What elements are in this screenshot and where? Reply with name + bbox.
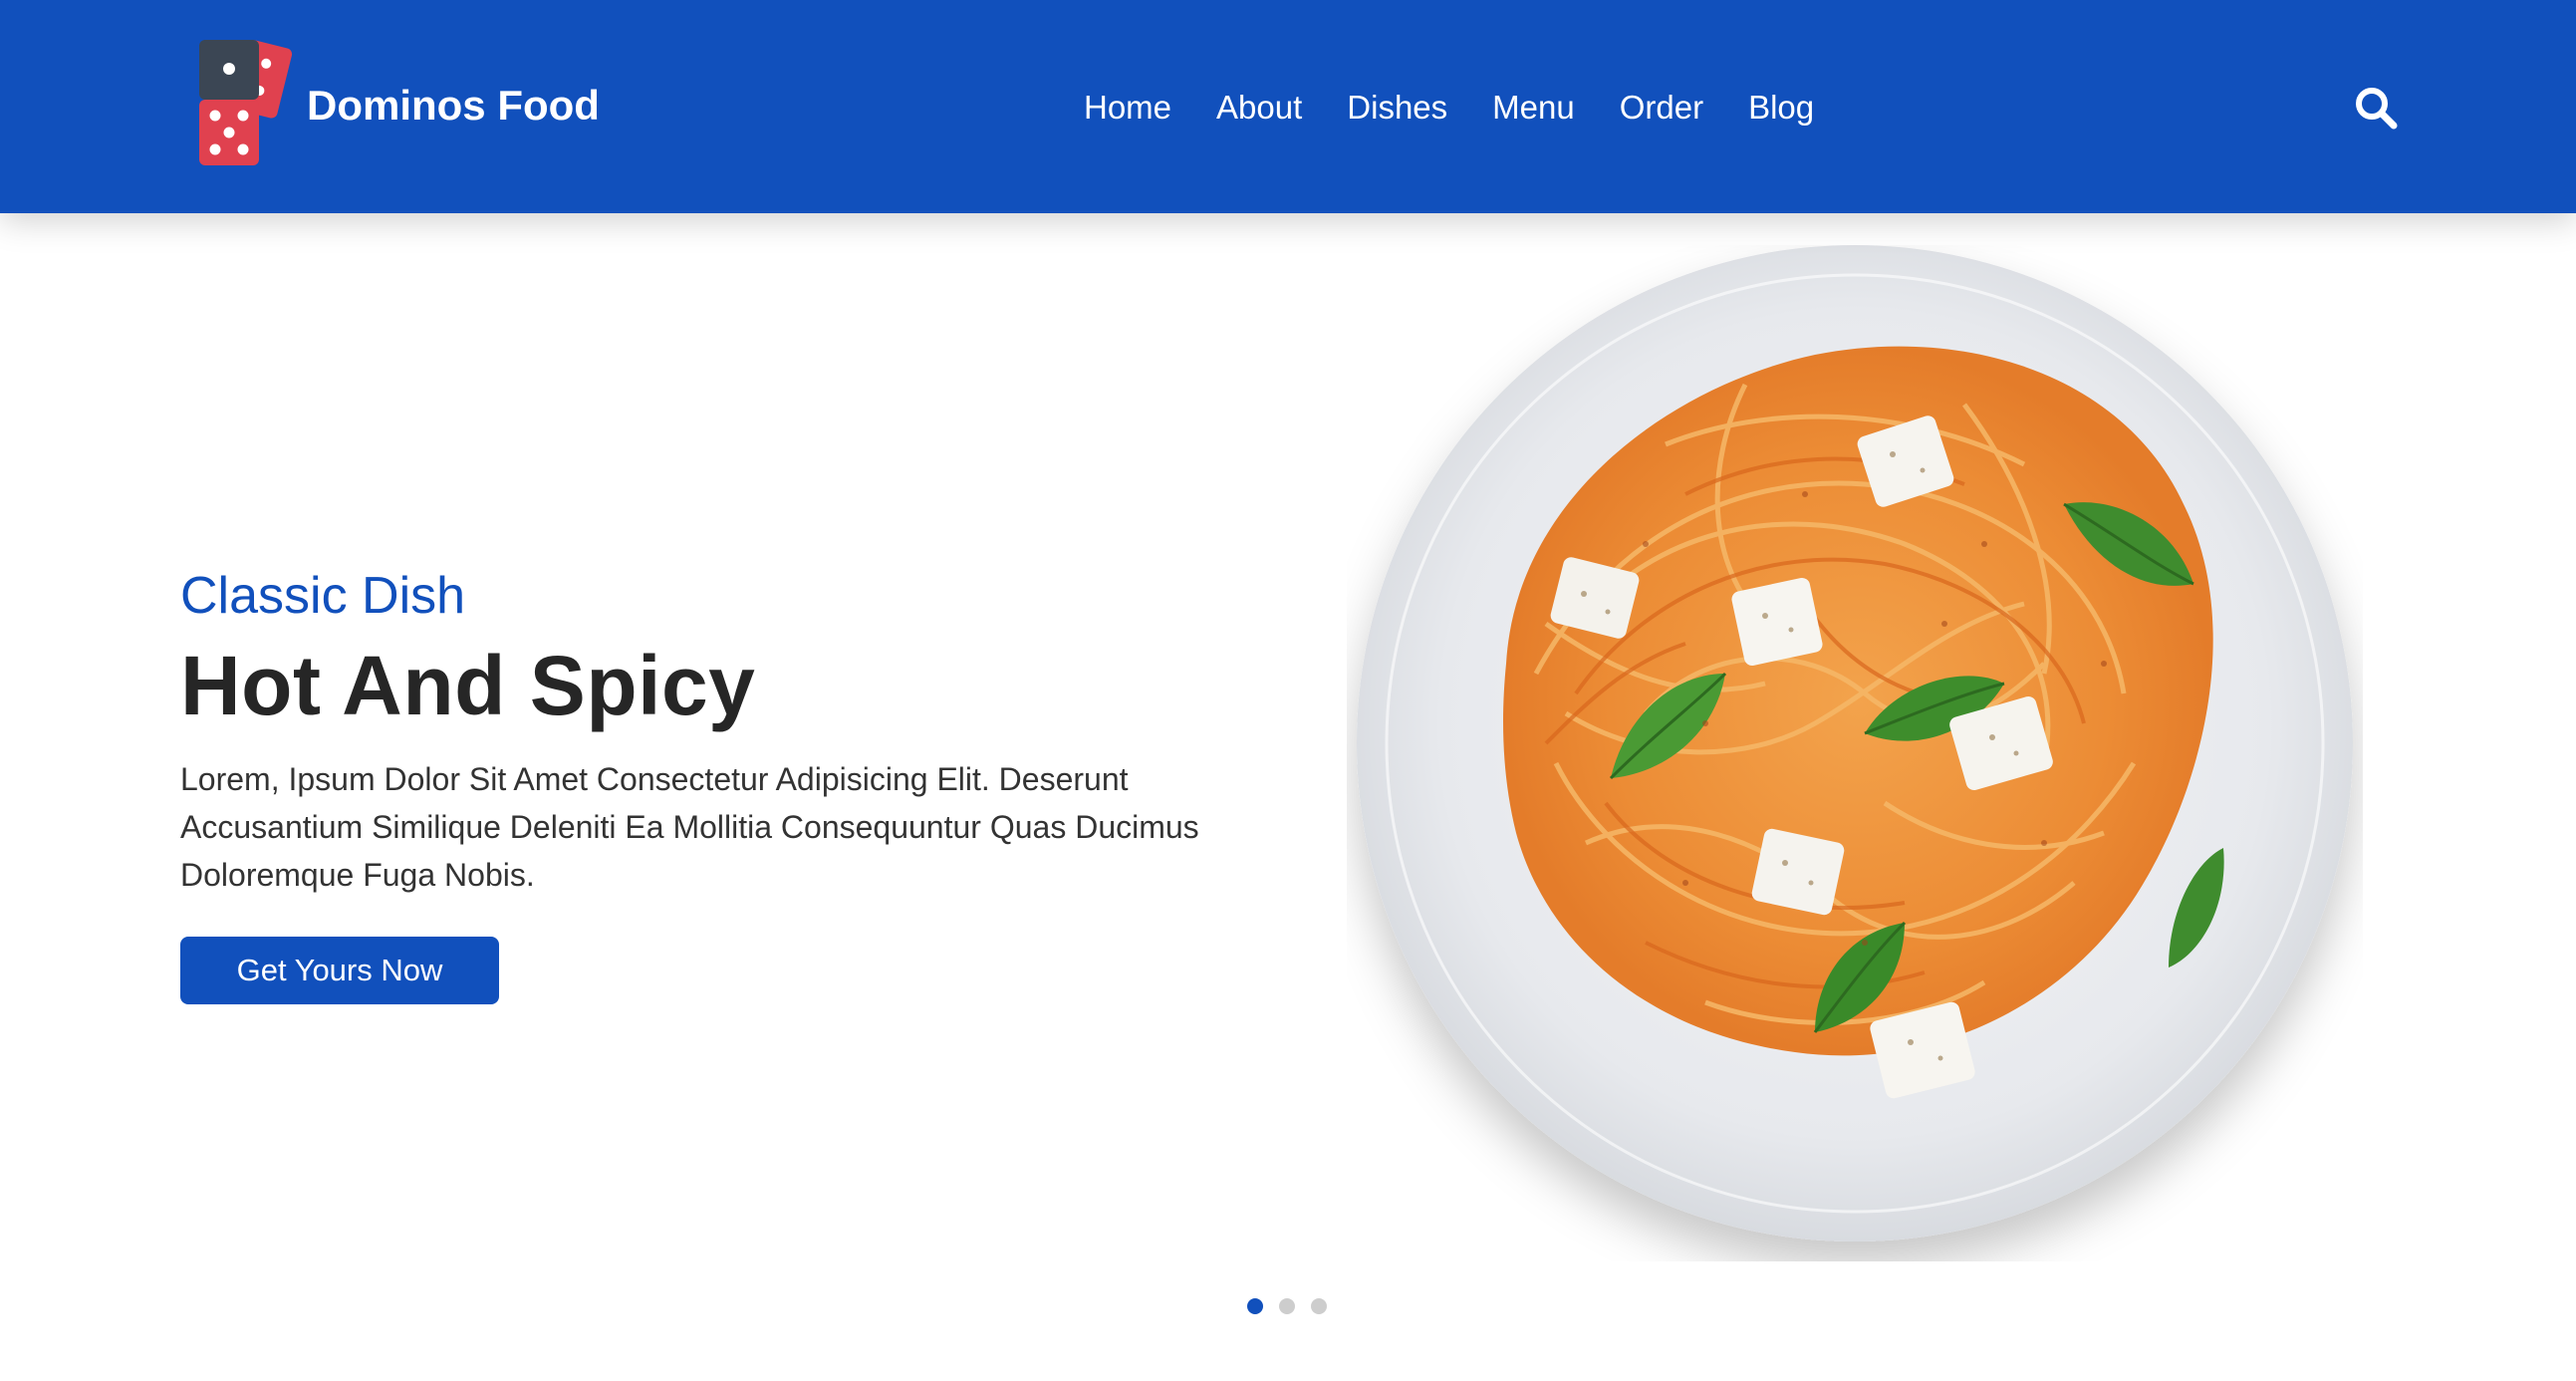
- spaghetti-plate-image: [1347, 245, 2363, 1261]
- slider-dot-3[interactable]: [1311, 1298, 1327, 1314]
- nav-blog[interactable]: Blog: [1748, 85, 1814, 131]
- brand-name[interactable]: Dominos Food: [307, 82, 600, 130]
- main-nav: Home About Dishes Menu Order Blog: [1084, 85, 1814, 131]
- domino-icon[interactable]: [195, 36, 295, 169]
- slider-dot-2[interactable]: [1279, 1298, 1295, 1314]
- nav-home[interactable]: Home: [1084, 85, 1171, 131]
- search-icon[interactable]: [2353, 85, 2399, 131]
- slider-dot-1[interactable]: [1247, 1298, 1263, 1314]
- get-yours-now-button[interactable]: Get Yours Now: [180, 937, 499, 1004]
- hero-title: Hot And Spicy: [180, 639, 756, 732]
- nav-about[interactable]: About: [1216, 85, 1302, 131]
- site-header: Dominos Food Home About Dishes Menu Orde…: [0, 0, 2576, 213]
- nav-menu[interactable]: Menu: [1492, 85, 1575, 131]
- hero-subtitle: Classic Dish: [180, 567, 466, 625]
- hero-description: Lorem, Ipsum Dolor Sit Amet Consectetur …: [180, 761, 1199, 893]
- slider-dots: [1247, 1298, 1327, 1314]
- nav-order[interactable]: Order: [1620, 85, 1703, 131]
- nav-dishes[interactable]: Dishes: [1347, 85, 1447, 131]
